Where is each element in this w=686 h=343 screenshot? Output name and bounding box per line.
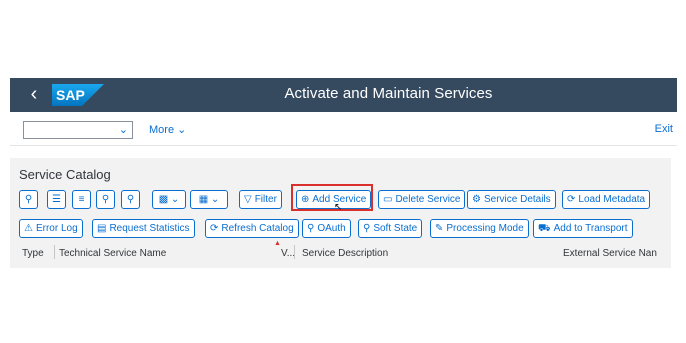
sub-header: ⌄ More ⌄ Exit	[10, 112, 677, 146]
chevron-down-icon: ⌄	[118, 124, 128, 136]
zoom-button[interactable]: ⚲	[19, 190, 38, 209]
mouse-cursor-icon: ↖	[334, 202, 343, 213]
refresh-icon: ⟳	[567, 194, 576, 205]
add-to-transport-button[interactable]: ⛟ Add to Transport	[533, 219, 633, 238]
search-button[interactable]: ⚲	[96, 190, 115, 209]
chevron-down-icon: ⌄	[177, 124, 187, 136]
layout-icon: ▦	[198, 194, 209, 205]
refresh-catalog-button[interactable]: ⟳ Refresh Catalog	[205, 219, 299, 238]
key-icon: ⚲	[363, 223, 371, 234]
panel-title: Service Catalog	[19, 167, 111, 182]
exit-link[interactable]: Exit	[655, 123, 673, 135]
filter-list-icon: ≡	[78, 194, 85, 205]
filter-button[interactable]: ▽ Filter	[239, 190, 282, 209]
error-log-button[interactable]: ⚠ Error Log	[19, 219, 83, 238]
truck-icon: ⛟	[538, 223, 551, 234]
filter-icon: ▽	[244, 194, 252, 205]
align-top-button[interactable]: ☰	[47, 190, 66, 209]
zoom-icon: ⚲	[24, 194, 33, 205]
load-metadata-button[interactable]: ⟳ Load Metadata	[562, 190, 651, 209]
search-next-button[interactable]: ⚲	[121, 190, 140, 209]
error-icon: ⚠	[24, 223, 33, 234]
more-menu[interactable]: More ⌄	[149, 123, 186, 136]
shell-bar: ‹ SAP Activate and Maintain Services	[10, 78, 677, 112]
trash-icon: ▭	[383, 194, 393, 205]
oauth-button[interactable]: ⚲ OAuth	[302, 219, 351, 238]
page-title: Activate and Maintain Services	[284, 85, 493, 102]
edit-icon: ✎	[435, 223, 444, 234]
column-separator	[294, 245, 295, 259]
export-icon: ▩	[158, 194, 169, 205]
search-icon: ⚲	[101, 194, 110, 205]
chart-icon: ▤	[97, 223, 107, 234]
chevron-down-icon: ⌄	[170, 194, 180, 205]
details-icon: ⚙	[472, 194, 481, 205]
key-icon: ⚲	[307, 223, 315, 234]
soft-state-button[interactable]: ⚲ Soft State	[358, 219, 423, 238]
column-external-service-name[interactable]: External Service Nan	[563, 248, 657, 259]
export-dropdown-button[interactable]: ▩ ⌄	[152, 190, 186, 209]
sort-indicator-icon: ▲	[274, 240, 281, 247]
layout-dropdown-button[interactable]: ▦ ⌄	[190, 190, 228, 209]
refresh-icon: ⟳	[210, 223, 219, 234]
column-technical-service-name[interactable]: Technical Service Name	[59, 248, 166, 259]
align-top-icon: ☰	[52, 194, 61, 205]
filter-list-button[interactable]: ≡	[72, 190, 91, 209]
chevron-down-icon: ⌄	[210, 194, 220, 205]
search-next-icon: ⚲	[126, 194, 135, 205]
column-service-description[interactable]: Service Description	[302, 248, 388, 259]
processing-mode-button[interactable]: ✎ Processing Mode	[430, 219, 529, 238]
column-version[interactable]: V...	[281, 248, 295, 259]
column-type[interactable]: Type	[22, 248, 44, 259]
column-separator	[54, 245, 55, 259]
delete-service-button[interactable]: ▭ Delete Service	[378, 190, 466, 209]
request-statistics-button[interactable]: ▤ Request Statistics	[92, 219, 195, 238]
highlight-box	[291, 184, 373, 211]
service-details-button[interactable]: ⚙ Service Details	[467, 190, 556, 209]
table-header: Type Technical Service Name V... Service…	[10, 243, 671, 263]
variant-select[interactable]: ⌄	[23, 121, 133, 139]
